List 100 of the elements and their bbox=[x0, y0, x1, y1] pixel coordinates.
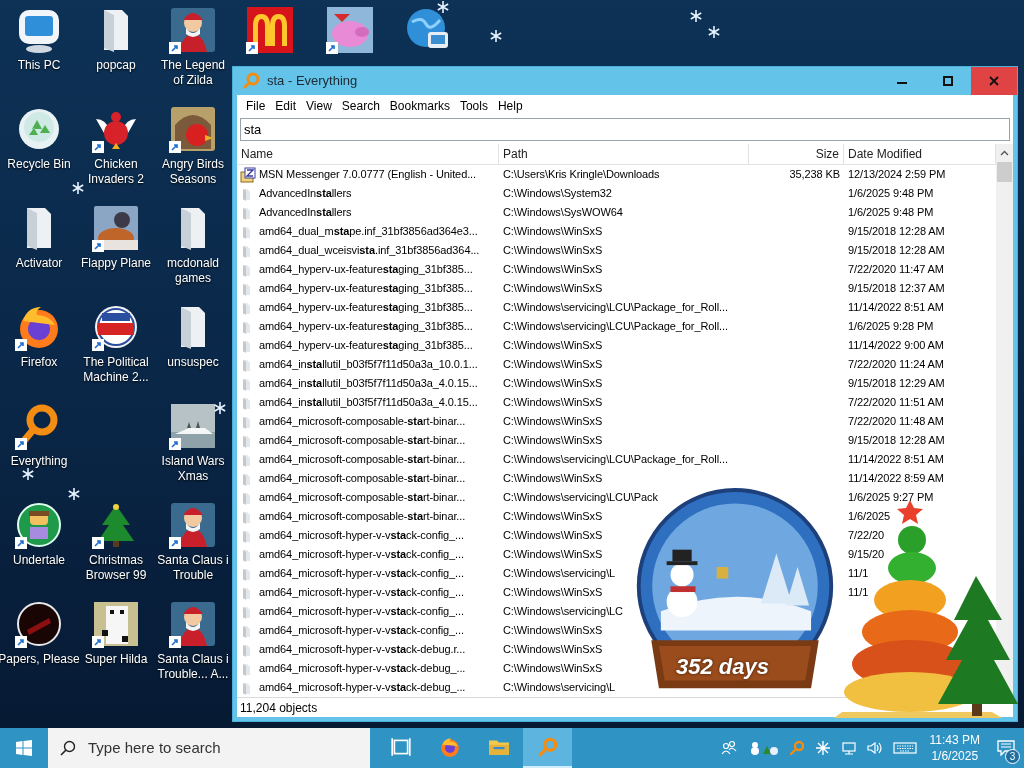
file-name: amd64_hyperv-ux-featurestaging_31bf385... bbox=[259, 262, 473, 278]
icon-label[interactable]: This PC bbox=[17, 58, 61, 73]
icon-label[interactable]: Flappy Plane bbox=[80, 256, 151, 271]
pig-icon[interactable] bbox=[326, 6, 374, 54]
figure-icon[interactable] bbox=[15, 501, 63, 549]
close-button[interactable] bbox=[971, 67, 1017, 95]
table-cell: C:\Windows\WinSxS bbox=[503, 282, 603, 295]
menu-item[interactable]: Help bbox=[492, 97, 528, 115]
icon-label[interactable]: Santa Claus i bbox=[157, 652, 229, 667]
scroll-up-icon[interactable] bbox=[1000, 150, 1009, 156]
icon-label[interactable]: Papers, Please bbox=[0, 652, 80, 667]
icon-label[interactable]: games bbox=[175, 271, 211, 286]
iceberg-icon[interactable] bbox=[169, 402, 217, 450]
table-cell: C:\Windows\WinSxS bbox=[503, 225, 603, 238]
badge-icon[interactable] bbox=[92, 303, 140, 351]
icon-label[interactable]: Browser 99 bbox=[85, 568, 147, 583]
table-cell: 9/15/2018 12:28 AM bbox=[848, 434, 945, 447]
table-cell: 1/6/2025 9:27 PM bbox=[848, 491, 934, 504]
file-name: amd64_microsoft-hyper-v-vstack-config_... bbox=[259, 585, 464, 601]
table-cell: C:\Windows\servicing\LC bbox=[503, 605, 623, 618]
people-icon[interactable] bbox=[720, 740, 737, 756]
icon-label[interactable]: Machine 2... bbox=[83, 370, 149, 385]
icon-label[interactable]: Chicken bbox=[94, 157, 138, 172]
figure-icon[interactable] bbox=[169, 501, 217, 549]
notification-button[interactable]: 3 bbox=[988, 728, 1024, 768]
seal-icon[interactable] bbox=[15, 600, 63, 648]
arches-icon[interactable] bbox=[246, 6, 294, 54]
menu-item[interactable]: View bbox=[301, 97, 337, 115]
icon-label[interactable]: Activator bbox=[15, 256, 63, 271]
table-cell: 7/22/2020 11:24 AM bbox=[848, 358, 944, 371]
network-icon[interactable] bbox=[840, 740, 857, 756]
file-name: amd64_installutil_b03f5f7f11d50a3a_4.0.15... bbox=[259, 395, 478, 411]
keyboard-icon[interactable] bbox=[892, 740, 917, 756]
icon-label[interactable]: unsuspec bbox=[167, 355, 219, 370]
table-cell: 1/6/2025 bbox=[848, 510, 891, 523]
menu-item[interactable]: Tools bbox=[454, 97, 493, 115]
icon-label[interactable]: Trouble bbox=[172, 568, 214, 583]
pixel-figure-icon[interactable] bbox=[92, 600, 140, 648]
file-name: amd64_dual_wceisvista.inf_31bf3856ad364... bbox=[259, 243, 480, 259]
icon-label[interactable]: Undertale bbox=[13, 553, 65, 568]
table-cell: 11/14/2022 8:51 AM bbox=[848, 453, 944, 466]
table-cell: C:\Users\Kris Kringle\Downloads bbox=[503, 168, 660, 181]
icon-label[interactable]: mcdonald bbox=[167, 256, 219, 271]
table-cell: C:\Windows\WinSxS bbox=[503, 434, 603, 447]
icon-label[interactable]: Xmas bbox=[177, 469, 209, 484]
file-name: amd64_hyperv-ux-featurestaging_31bf385... bbox=[259, 319, 473, 335]
icon-label[interactable]: Everything bbox=[10, 454, 68, 469]
file-name: amd64_hyperv-ux-featurestaging_31bf385... bbox=[259, 281, 473, 297]
menu-item[interactable]: Search bbox=[336, 97, 385, 115]
shortcut-arrow-icon bbox=[169, 636, 181, 648]
photo-icon[interactable] bbox=[92, 204, 140, 252]
icon-label[interactable]: Recycle Bin bbox=[7, 157, 71, 172]
table-cell: 1/6/2025 9:48 PM bbox=[848, 187, 934, 200]
icon-label[interactable]: Santa Claus i bbox=[157, 553, 229, 568]
table-cell: C:\Windows\servicing\L bbox=[503, 567, 616, 580]
search-icon bbox=[60, 740, 76, 756]
asterisk-icon[interactable] bbox=[814, 740, 831, 756]
figure-icon[interactable] bbox=[169, 6, 217, 54]
file-name: amd64_microsoft-composable-start-binar... bbox=[259, 452, 466, 468]
file-name: amd64_hyperv-ux-featurestaging_31bf385... bbox=[259, 300, 473, 316]
file-name: MSN Messenger 7.0.0777 (English - United... bbox=[259, 167, 477, 183]
volume-icon[interactable] bbox=[866, 740, 883, 756]
shortcut-arrow-icon bbox=[15, 537, 27, 549]
taskbar-search-field[interactable]: Type here to search bbox=[48, 728, 370, 768]
file-name: amd64_microsoft-composable-start-binar... bbox=[259, 509, 466, 525]
menu-item[interactable]: Edit bbox=[270, 97, 302, 115]
icon-label[interactable]: Angry Birds bbox=[162, 157, 224, 172]
file-name: amd64_microsoft-hyper-v-vstack-config_... bbox=[259, 604, 464, 620]
icon-label[interactable]: Invaders 2 bbox=[87, 172, 144, 187]
figure-icon[interactable] bbox=[169, 600, 217, 648]
menu-item[interactable]: File bbox=[241, 97, 271, 115]
icon-label[interactable]: The Political bbox=[83, 355, 149, 370]
scrollbar[interactable] bbox=[996, 144, 1013, 697]
table-cell: C:\Windows\WinSxS bbox=[503, 358, 603, 371]
icon-label[interactable]: The Legend bbox=[160, 58, 226, 73]
icon-label[interactable]: Firefox bbox=[20, 355, 58, 370]
table-cell: C:\Windows\System32 bbox=[503, 187, 612, 200]
icon-label[interactable]: of Zilda bbox=[173, 73, 213, 88]
shortcut-arrow-icon bbox=[246, 42, 258, 54]
icon-label[interactable]: Island Wars bbox=[161, 454, 225, 469]
task-view-icon bbox=[389, 736, 412, 758]
snowflake-icon bbox=[690, 10, 702, 22]
scroll-thumb[interactable] bbox=[997, 162, 1012, 182]
file-name: amd64_microsoft-hyper-v-vstack-config_... bbox=[259, 623, 464, 639]
menu-item[interactable]: Bookmarks bbox=[384, 97, 455, 115]
icon-label[interactable]: popcap bbox=[96, 58, 136, 73]
snowflake-icon bbox=[708, 26, 720, 38]
close-icon bbox=[989, 76, 999, 86]
search-field[interactable]: sta bbox=[240, 118, 1010, 141]
table-cell: 1/6/2025 9:48 PM bbox=[848, 206, 934, 219]
shortcut-arrow-icon bbox=[92, 141, 104, 153]
file-name: amd64_microsoft-hyper-v-vstack-debug_... bbox=[259, 661, 466, 677]
file-name: amd64_microsoft-hyper-v-vstack-config_... bbox=[259, 547, 464, 563]
icon-label[interactable]: Super Hilda bbox=[84, 652, 148, 667]
table-cell: C:\Windows\servicing\LCU\Pack bbox=[503, 491, 658, 504]
icon-label[interactable]: Seasons bbox=[169, 172, 217, 187]
bird-icon[interactable] bbox=[169, 105, 217, 153]
icon-label[interactable]: Christmas bbox=[89, 553, 143, 568]
shortcut-arrow-icon bbox=[169, 141, 181, 153]
icon-label[interactable]: Trouble... A... bbox=[157, 667, 229, 682]
